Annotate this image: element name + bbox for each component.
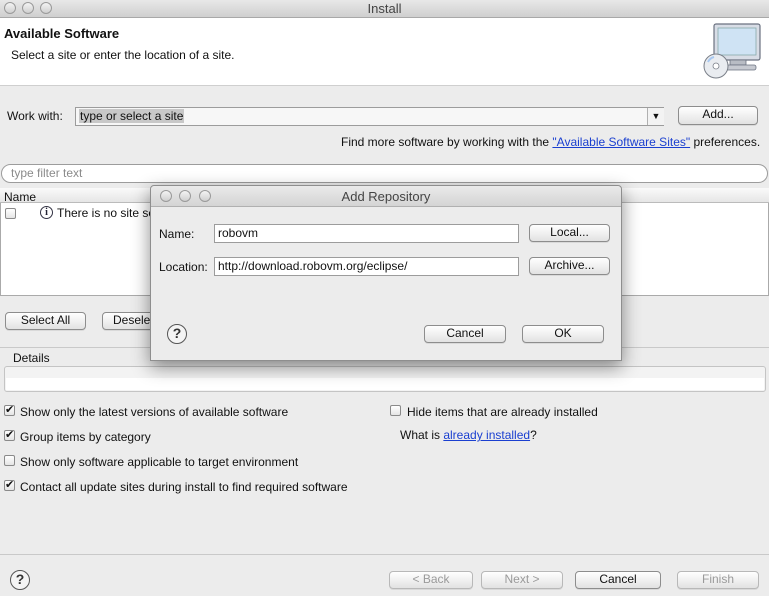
- group-by-category-label: Group items by category: [20, 430, 151, 444]
- hint-suffix: preferences.: [690, 135, 761, 149]
- dialog-name-label: Name:: [159, 227, 195, 241]
- page-subtitle: Select a site or enter the location of a…: [11, 48, 235, 62]
- table-row-text: There is no site se: [57, 206, 156, 220]
- target-environment-label: Show only software applicable to target …: [20, 455, 299, 469]
- hint-prefix: Find more software by working with the: [341, 135, 553, 149]
- what-is-suffix: ?: [530, 428, 537, 442]
- details-label: Details: [13, 351, 50, 365]
- add-site-button[interactable]: Add...: [678, 106, 758, 125]
- group-by-category-checkbox[interactable]: ✔: [4, 430, 15, 441]
- filter-input[interactable]: type filter text: [1, 164, 768, 183]
- work-with-combo[interactable]: type or select a site: [75, 107, 664, 126]
- available-sites-hint: Find more software by working with the "…: [341, 135, 760, 149]
- column-name-header[interactable]: Name: [4, 190, 36, 204]
- cancel-button[interactable]: Cancel: [575, 571, 661, 589]
- next-button[interactable]: Next >: [481, 571, 563, 589]
- hide-installed-checkbox[interactable]: [390, 405, 401, 416]
- dialog-ok-button[interactable]: OK: [522, 325, 604, 343]
- archive-button[interactable]: Archive...: [529, 257, 610, 275]
- latest-versions-label: Show only the latest versions of availab…: [20, 405, 289, 419]
- page-title: Available Software: [4, 26, 120, 41]
- table-row-checkbox[interactable]: [5, 208, 16, 219]
- repository-name-input[interactable]: robovm: [214, 224, 519, 243]
- back-button[interactable]: < Back: [389, 571, 473, 589]
- select-all-button[interactable]: Select All: [5, 312, 86, 330]
- add-repository-dialog: Add Repository Name: robovm Local... Loc…: [150, 185, 622, 361]
- contact-sites-checkbox[interactable]: ✔: [4, 480, 15, 491]
- contact-sites-label: Contact all update sites during install …: [20, 480, 348, 494]
- already-installed-link[interactable]: already installed: [443, 428, 530, 442]
- details-text-area: [6, 378, 764, 390]
- dialog-titlebar: Add Repository: [151, 186, 621, 207]
- what-is-installed-text: What is already installed?: [400, 428, 537, 442]
- window-title: Install: [367, 1, 402, 16]
- target-environment-checkbox[interactable]: [4, 455, 15, 466]
- hide-installed-label: Hide items that are already installed: [407, 405, 598, 419]
- footer-divider: [0, 554, 769, 555]
- details-box: [4, 366, 766, 392]
- dialog-cancel-button[interactable]: Cancel: [424, 325, 506, 343]
- local-button[interactable]: Local...: [529, 224, 610, 242]
- work-with-label: Work with:: [7, 109, 63, 123]
- install-monitor-icon: [703, 23, 761, 79]
- dialog-help-icon[interactable]: ?: [167, 324, 187, 344]
- latest-versions-checkbox[interactable]: ✔: [4, 405, 15, 416]
- what-is-prefix: What is: [400, 428, 444, 442]
- available-software-sites-link[interactable]: "Available Software Sites": [552, 135, 690, 149]
- repository-location-input[interactable]: http://download.robovm.org/eclipse/: [214, 257, 519, 276]
- finish-button[interactable]: Finish: [677, 571, 759, 589]
- chevron-down-icon[interactable]: ▼: [647, 108, 664, 125]
- info-icon: i: [40, 206, 53, 219]
- dialog-title: Add Repository: [341, 189, 431, 204]
- work-with-value: type or select a site: [79, 109, 185, 123]
- dialog-location-label: Location:: [159, 260, 208, 274]
- help-icon[interactable]: ?: [10, 570, 30, 590]
